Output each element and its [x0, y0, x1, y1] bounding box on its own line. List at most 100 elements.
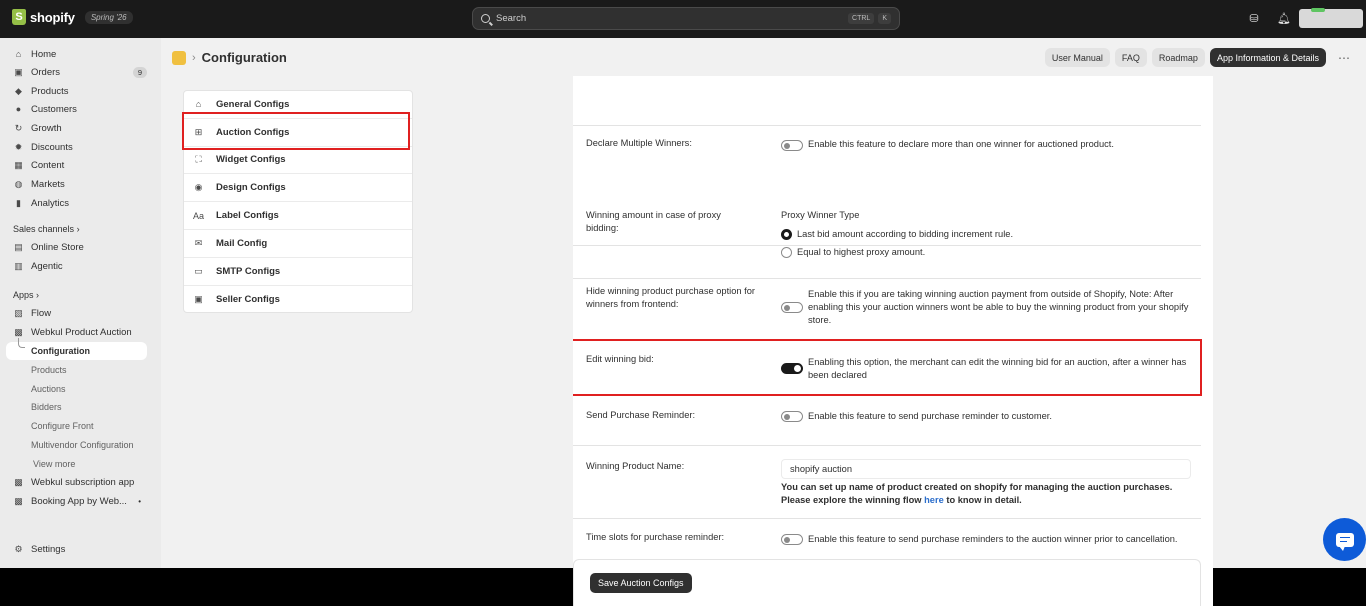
time-slots-toggle[interactable]: [781, 534, 803, 545]
page-header: › Configuration: [172, 50, 287, 65]
product-name-note: You can set up name of product created o…: [781, 482, 1173, 492]
customers-icon: ●: [15, 104, 22, 114]
radio-label: Equal to highest proxy amount.: [797, 247, 926, 257]
setting-label: Declare Multiple Winners:: [586, 138, 692, 148]
sidebar-item-settings[interactable]: ⚙ Settings: [8, 541, 147, 558]
top-bar: S shopify Spring '26 Search CTRL K ⛁ 🔔︎: [0, 0, 1366, 38]
config-menu-label-configs[interactable]: Aa Label Configs: [184, 202, 412, 230]
roadmap-button[interactable]: Roadmap: [1151, 48, 1205, 67]
sidebar-item-markets[interactable]: ◍ Markets: [8, 176, 147, 193]
sales-channels-heading[interactable]: Sales channels ›: [13, 224, 80, 234]
chevron-right-icon: ›: [36, 290, 40, 300]
config-menu-seller[interactable]: ▣ Seller Configs: [184, 286, 412, 314]
sidebar-item-webkul-subscription[interactable]: ▩ Webkul subscription app: [8, 474, 147, 491]
sidebar-item-label: Discounts: [31, 142, 73, 153]
chat-icon: [1335, 532, 1354, 551]
brand-name: shopify: [30, 9, 75, 25]
sidebar-sub-auctions[interactable]: Auctions: [31, 384, 66, 394]
config-menu-design[interactable]: ◉ Design Configs: [184, 174, 412, 203]
config-menu-mail[interactable]: ✉ Mail Config: [184, 230, 412, 258]
page-title: Configuration: [201, 50, 287, 65]
products-icon: ◆: [15, 86, 22, 96]
sidebar-sub-products[interactable]: Products: [31, 365, 67, 375]
config-menu-label: Design Configs: [216, 182, 286, 194]
sales-channels-label: Sales channels: [13, 224, 75, 234]
chevron-right-icon: ›: [76, 224, 80, 234]
winning-flow-note: Please explore the winning flow here to …: [781, 494, 1022, 507]
app-icon[interactable]: [172, 50, 186, 65]
sidebar-sub-configuration[interactable]: Configuration: [31, 346, 90, 356]
sidebar-item-webkul-product-auction[interactable]: ▩ Webkul Product Auction: [8, 324, 147, 341]
markets-icon: ◍: [14, 179, 23, 189]
shopify-bag-icon: S: [12, 9, 26, 25]
config-menu-widget[interactable]: ⛶ Widget Configs: [184, 147, 412, 175]
sidebar-sub-configure-front[interactable]: Configure Front: [31, 421, 94, 431]
label-icon: Aa: [193, 210, 205, 221]
apps-heading[interactable]: Apps ›: [13, 290, 39, 300]
sidebar-item-label: Markets: [31, 179, 65, 190]
search-input[interactable]: Search CTRL K: [472, 7, 900, 30]
proxy-option-highest-radio[interactable]: [781, 247, 792, 258]
sidebar-item-label: Online Store: [31, 242, 84, 253]
growth-icon: ↻: [14, 123, 23, 133]
eye-icon: ◉: [194, 182, 203, 193]
tree-connector: [18, 338, 25, 348]
winning-product-name-input[interactable]: shopify auction: [781, 459, 1191, 479]
config-menu-label: SMTP Configs: [216, 265, 281, 277]
content-icon: ▦: [14, 160, 23, 170]
home-icon: ⌂: [195, 99, 202, 110]
home-icon: ⌂: [15, 49, 22, 59]
sidebar-item-analytics[interactable]: ▮ Analytics: [8, 195, 147, 212]
bell-icon[interactable]: 🔔︎: [1277, 12, 1291, 26]
shopify-logo[interactable]: S shopify Spring '26: [12, 9, 133, 25]
save-bar: Save Auction Configs: [573, 559, 1201, 606]
sidebar-item-label: Products: [31, 86, 69, 97]
sidebar-item-label: Flow: [31, 308, 52, 319]
winning-flow-link[interactable]: here: [924, 495, 944, 505]
sidebar-item-online-store[interactable]: ▤ Online Store: [8, 239, 147, 256]
sidebar-item-products[interactable]: ◆ Products: [8, 83, 147, 100]
dot-icon: •: [138, 497, 141, 506]
sidebar-item-orders[interactable]: ▣ Orders 9: [8, 64, 147, 81]
hide-purchase-toggle[interactable]: [781, 302, 803, 313]
store-icon[interactable]: ⛁: [1247, 12, 1261, 26]
sidebar-view-more[interactable]: View more: [33, 459, 75, 469]
setting-label: Winning Product Name:: [586, 461, 685, 471]
user-manual-button[interactable]: User Manual: [1044, 48, 1110, 67]
gear-icon: ⚙: [14, 544, 23, 554]
multiple-winners-toggle[interactable]: [781, 140, 803, 151]
setting-label: Time slots for purchase reminder:: [586, 532, 725, 542]
sidebar-item-customers[interactable]: ● Customers: [8, 101, 147, 118]
chat-support-button[interactable]: [1323, 518, 1366, 561]
setting-description: Enable this feature to send purchase rem…: [808, 411, 1052, 421]
sidebar-item-label: Content: [31, 160, 65, 171]
sidebar-item-label: Settings: [31, 544, 66, 555]
smtp-icon: ▭: [194, 265, 203, 276]
purchase-reminder-toggle[interactable]: [781, 411, 803, 422]
config-menu-label: General Configs: [216, 98, 290, 110]
sidebar-item-label: Webkul subscription app: [31, 477, 135, 488]
more-options-icon[interactable]: ⋯: [1335, 51, 1353, 65]
app-info-button[interactable]: App Information & Details: [1209, 48, 1326, 67]
setting-description: Enable this feature to declare more than…: [808, 139, 1114, 149]
highlight-box-edit-winning-bid: [573, 339, 1202, 396]
sidebar-item-booking-app[interactable]: ▩ Booking App by Web... •: [8, 493, 147, 510]
avatar[interactable]: [1299, 8, 1363, 28]
sidebar-item-discounts[interactable]: ✹ Discounts: [8, 139, 147, 156]
faq-button[interactable]: FAQ: [1114, 48, 1147, 67]
sidebar-item-agentic[interactable]: ▥ Agentic: [8, 258, 147, 275]
sidebar-item-growth[interactable]: ↻ Growth: [8, 120, 147, 137]
sidebar-item-home[interactable]: ⌂ Home: [8, 46, 147, 63]
config-menu-label: Seller Configs: [216, 293, 280, 305]
sidebar-item-content[interactable]: ▦ Content: [8, 157, 147, 174]
sidebar-item-label: Booking App by Web...: [31, 496, 127, 507]
proxy-option-last-bid-radio[interactable]: [781, 229, 792, 240]
config-menu-smtp[interactable]: ▭ SMTP Configs: [184, 258, 412, 286]
sidebar-sub-bidders[interactable]: Bidders: [31, 402, 62, 412]
sidebar-item-flow[interactable]: ▧ Flow: [8, 305, 147, 322]
discounts-icon: ✹: [14, 142, 23, 152]
save-auction-configs-button[interactable]: Save Auction Configs: [590, 573, 692, 593]
widget-icon: ⛶: [195, 154, 202, 165]
auction-configs-panel: Declare Multiple Winners: Enable this fe…: [573, 76, 1213, 606]
sidebar-sub-multivendor[interactable]: Multivendor Configuration: [31, 440, 134, 450]
